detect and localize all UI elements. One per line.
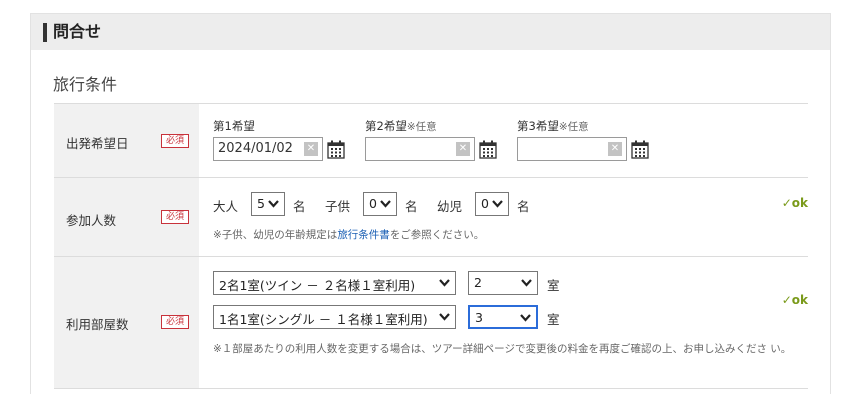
clear-icon[interactable]: ✕ (304, 142, 318, 156)
child-count-select[interactable]: 0 (363, 192, 397, 216)
travel-conditions-form: 出発希望日 必須 第1希望 2024/01/02 ✕ 第2希望※任意 ✕ 第3希… (54, 103, 808, 389)
adult-label: 大人 (213, 199, 239, 214)
clear-icon[interactable]: ✕ (608, 142, 622, 156)
participants-label-cell: 参加人数 必須 (54, 178, 199, 256)
calendar-icon[interactable] (631, 140, 649, 159)
room-type-select-1[interactable]: 2名1室(ツイン － ２名様１室利用) (213, 271, 456, 295)
child-unit: 名 (405, 199, 418, 214)
room-change-note: ※１部屋あたりの利用人数を変更する場合は、ツアー詳細ページで変更後の料金を再度ご… (213, 343, 792, 355)
room-count-select-1[interactable]: 2 (468, 271, 538, 295)
participants-row: 参加人数 必須 大人 5 名 子供 0 名 幼児 0 名 ※子供、幼児の年齢規定… (54, 178, 808, 257)
chevron-down-icon (268, 199, 279, 208)
adult-unit: 名 (293, 199, 306, 214)
inquiry-panel: 問合せ 旅行条件 出発希望日 必須 第1希望 2024/01/02 ✕ 第2希望… (30, 13, 831, 394)
clear-icon[interactable]: ✕ (456, 142, 470, 156)
participants-body: 大人 5 名 子供 0 名 幼児 0 名 ※子供、幼児の年齢規定は旅行条件書をご… (199, 178, 808, 256)
child-label: 子供 (325, 199, 351, 214)
rooms-label-cell: 利用部屋数 必須 (54, 257, 199, 388)
first-choice-label: 第1希望 (213, 119, 255, 133)
chevron-down-icon (520, 313, 531, 322)
travel-conditions-link[interactable]: 旅行条件書 (337, 229, 390, 241)
adult-count-select[interactable]: 5 (251, 192, 285, 216)
chevron-down-icon (521, 278, 532, 287)
section-title: 旅行条件 (53, 75, 118, 94)
participants-label: 参加人数 (66, 213, 117, 228)
room-unit-2: 室 (547, 312, 560, 327)
first-choice-date-input[interactable]: 2024/01/02 ✕ (213, 137, 323, 161)
rooms-body: 2名1室(ツイン － ２名様１室利用) 2 室 1名1室(シングル － １名様１… (199, 257, 808, 388)
room-unit-1: 室 (547, 278, 560, 293)
rooms-label: 利用部屋数 (66, 317, 129, 332)
participants-valid-indicator: ✓ok (781, 196, 808, 210)
age-rule-note: ※子供、幼児の年齢規定は旅行条件書をご参照ください。 (213, 229, 485, 241)
required-badge: 必須 (161, 134, 189, 148)
chevron-down-icon (439, 278, 450, 287)
calendar-icon[interactable] (479, 140, 497, 159)
rooms-row: 利用部屋数 必須 2名1室(ツイン － ２名様１室利用) 2 室 1名1室(シン… (54, 257, 808, 389)
chevron-down-icon (380, 199, 391, 208)
check-icon: ✓ (781, 293, 792, 307)
infant-count-select[interactable]: 0 (475, 192, 509, 216)
header-accent-bar (43, 23, 47, 42)
second-choice-label: 第2希望※任意 (365, 119, 437, 133)
calendar-icon[interactable] (327, 140, 345, 159)
panel-header: 問合せ (31, 14, 830, 50)
room-type-select-2[interactable]: 1名1室(シングル － １名様１室利用) (213, 305, 456, 329)
required-badge: 必須 (161, 210, 189, 224)
required-badge: 必須 (161, 315, 189, 329)
check-icon: ✓ (781, 196, 792, 210)
departure-date-label-cell: 出発希望日 必須 (54, 104, 199, 177)
panel-title: 問合せ (53, 22, 102, 41)
room-count-select-2[interactable]: 3 (468, 305, 538, 329)
departure-date-row: 出発希望日 必須 第1希望 2024/01/02 ✕ 第2希望※任意 ✕ 第3希… (54, 104, 808, 178)
departure-date-body: 第1希望 2024/01/02 ✕ 第2希望※任意 ✕ 第3希望※任意 ✕ (199, 104, 808, 177)
departure-date-label: 出発希望日 (66, 136, 129, 151)
chevron-down-icon (492, 199, 503, 208)
infant-unit: 名 (517, 199, 530, 214)
third-choice-label: 第3希望※任意 (517, 119, 589, 133)
chevron-down-icon (439, 312, 450, 321)
first-choice-date-value: 2024/01/02 (218, 141, 293, 156)
third-choice-date-input[interactable]: ✕ (517, 137, 627, 161)
infant-label: 幼児 (437, 199, 463, 214)
second-choice-date-input[interactable]: ✕ (365, 137, 475, 161)
rooms-valid-indicator: ✓ok (781, 293, 808, 307)
